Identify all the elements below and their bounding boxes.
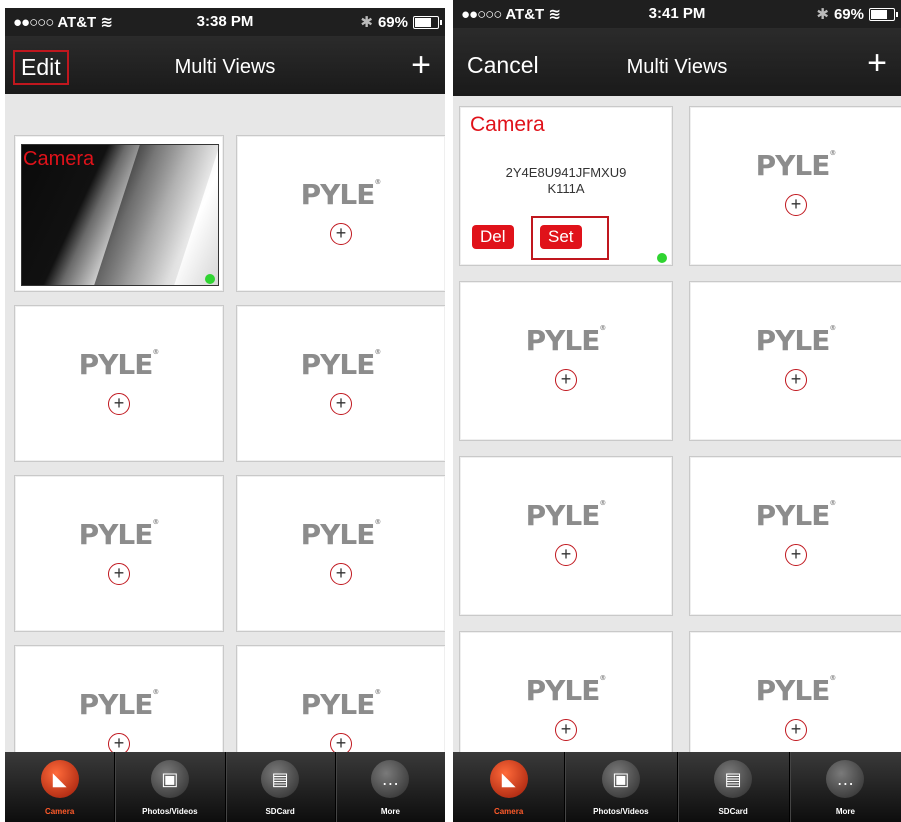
empty-slot-tile[interactable]: PYLE® + [236,305,445,462]
pyle-logo: PYLE® [78,688,160,721]
page-title: Multi Views [626,56,728,78]
sdcard-icon: ▤ [261,760,300,798]
tab-bar: ◣ Camera ▣ Photos/Videos ▤ SDCard … More [453,752,901,822]
online-indicator [657,253,667,263]
empty-slot-tile[interactable]: PYLE® + [14,305,224,462]
status-bar: ●●○○○ AT&T ≋ 3:38 PM ✱ 69% [5,8,445,36]
add-camera-icon[interactable]: + [785,369,807,391]
empty-slot-tile[interactable]: PYLE® + [459,281,673,441]
pyle-logo: PYLE® [300,348,382,381]
pyle-logo: PYLE® [300,178,382,211]
add-camera-icon[interactable]: + [330,223,352,245]
add-camera-icon[interactable]: + [785,719,807,741]
film-icon: ▣ [150,760,189,798]
pyle-logo: PYLE® [755,499,837,532]
add-camera-icon[interactable]: + [108,563,130,585]
battery-status: ✱ 69% [816,5,898,23]
empty-slot-tile[interactable]: PYLE® + [689,456,901,616]
camera-tile[interactable]: Camera [14,135,224,292]
add-camera-icon[interactable]: + [555,544,577,566]
set-button[interactable]: Set [540,225,582,249]
tab-camera[interactable]: ◣ Camera [5,752,116,822]
camera-icon: ◣ [489,760,528,798]
tab-more[interactable]: … More [336,752,445,822]
tab-camera[interactable]: ◣ Camera [453,752,566,822]
tab-more[interactable]: … More [790,752,901,822]
tab-bar: ◣ Camera ▣ Photos/Videos ▤ SDCard … More [5,752,445,822]
battery-icon [869,7,898,21]
pyle-logo: PYLE® [300,518,382,551]
nav-bar: Edit Multi Views + [5,36,445,94]
tab-sdcard[interactable]: ▤ SDCard [678,752,790,822]
delete-button[interactable]: Del [472,225,514,249]
add-camera-icon[interactable]: + [555,369,577,391]
empty-slot-tile[interactable]: PYLE® + [236,135,445,292]
add-camera-icon[interactable]: + [785,194,807,216]
add-icon[interactable]: + [411,48,431,82]
device-id: 2Y4E8U941JFMXU9 K111A [505,165,627,196]
add-camera-icon[interactable]: + [330,563,352,585]
online-indicator [205,274,215,284]
left-screen: ●●○○○ AT&T ≋ 3:38 PM ✱ 69% Edit Multi View… [5,8,445,822]
pyle-logo: PYLE® [525,674,607,707]
pyle-logo: PYLE® [755,324,837,357]
tab-photos-videos[interactable]: ▣ Photos/Videos [565,752,678,822]
camera-label: Camera [23,148,95,170]
sdcard-icon: ▤ [714,760,753,798]
empty-slot-tile[interactable]: PYLE® + [689,106,901,266]
bluetooth-icon: ✱ [360,14,373,31]
nav-bar: Cancel Multi Views + [453,28,901,96]
add-camera-icon[interactable]: + [785,544,807,566]
add-icon[interactable]: + [867,46,887,80]
tab-photos-videos[interactable]: ▣ Photos/Videos [115,752,226,822]
empty-slot-tile[interactable]: PYLE® + [14,475,224,632]
page-title: Multi Views [174,56,276,78]
status-bar: ●●○○○ AT&T ≋ 3:41 PM ✱ 69% [453,0,901,28]
add-camera-icon[interactable]: + [330,393,352,415]
camera-label: Camera [470,113,545,136]
film-icon: ▣ [601,760,640,798]
chat-bubble-icon: … [826,760,865,798]
empty-slot-tile[interactable]: PYLE® + [236,475,445,632]
pyle-logo: PYLE® [78,348,160,381]
chat-bubble-icon: … [371,760,410,798]
pyle-logo: PYLE® [525,324,607,357]
camera-tile[interactable]: Camera 2Y4E8U941JFMXU9 K111A Del Set [459,106,673,266]
empty-slot-tile[interactable]: PYLE® + [459,456,673,616]
add-camera-icon[interactable]: + [108,393,130,415]
right-screen: ●●○○○ AT&T ≋ 3:41 PM ✱ 69% Cancel Multi Vi… [453,0,901,822]
battery-status: ✱ 69% [360,13,442,31]
pyle-logo: PYLE® [755,149,837,182]
pyle-logo: PYLE® [300,688,382,721]
tab-sdcard[interactable]: ▤ SDCard [226,752,336,822]
pyle-logo: PYLE® [78,518,160,551]
add-camera-icon[interactable]: + [555,719,577,741]
battery-icon [413,15,442,29]
camera-icon: ◣ [40,760,79,798]
empty-slot-tile[interactable]: PYLE® + [689,281,901,441]
pyle-logo: PYLE® [525,499,607,532]
pyle-logo: PYLE® [755,674,837,707]
bluetooth-icon: ✱ [816,6,829,23]
